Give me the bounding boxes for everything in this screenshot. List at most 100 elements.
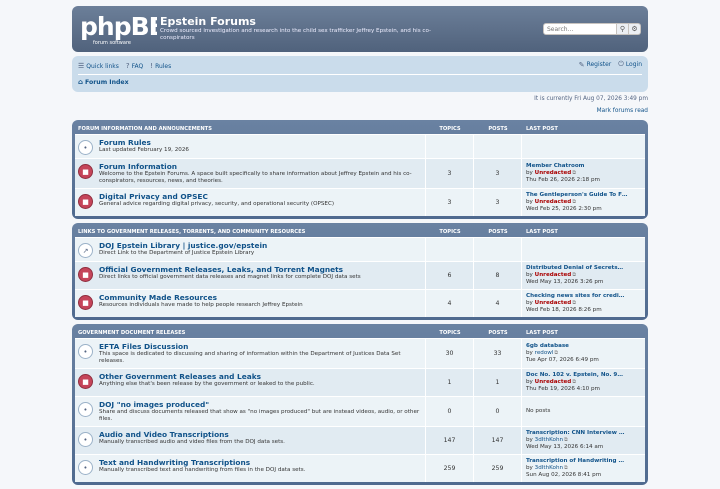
forum-info: ■ Forum Information Welcome to the Epstein… xyxy=(75,159,426,188)
by-label: by xyxy=(526,437,533,443)
forum-description: Direct links to official government data… xyxy=(99,274,361,280)
login-link[interactable]: ⏻ Login xyxy=(618,60,642,69)
advanced-search-button[interactable]: ⚙ xyxy=(629,23,641,35)
search-input[interactable] xyxy=(543,23,617,35)
view-latest-post-icon[interactable]: ⧉ xyxy=(572,170,576,176)
topics-count: 30 xyxy=(426,339,474,368)
last-post-author[interactable]: 3dIthKohn xyxy=(535,465,563,471)
nav-divider xyxy=(78,74,642,75)
last-post: 6gb database by redowl⧉ Tue Apr 07, 2026 6… xyxy=(522,339,645,368)
search-box: ⚲ ⚙ xyxy=(543,23,641,35)
forum-info: • EFTA Files Discussion This space is dedi… xyxy=(75,339,426,368)
last-post-author[interactable]: Unredacted xyxy=(535,300,572,306)
forum-row: ■ Other Government Releases and Leaks Anyt… xyxy=(75,368,645,396)
breadcrumb-forum-index: Forum Index xyxy=(85,78,129,86)
by-label: by xyxy=(526,379,533,385)
topics-count: 4 xyxy=(426,290,474,317)
breadcrumb[interactable]: ⌂ Forum Index xyxy=(78,78,642,86)
category-name[interactable]: FORUM INFORMATION AND ANNOUNCEMENTS xyxy=(75,126,426,132)
view-latest-post-icon[interactable]: ⧉ xyxy=(554,350,558,356)
register-link[interactable]: ✎ Register xyxy=(579,60,612,69)
last-post xyxy=(522,135,645,158)
last-post-title[interactable]: Transcription of Handwriting … xyxy=(526,458,641,465)
view-latest-post-icon[interactable]: ⧉ xyxy=(572,379,576,385)
exclamation-icon: ! xyxy=(150,62,154,70)
forum-unread-icon: ■ xyxy=(78,164,93,179)
last-post-author[interactable]: Unredacted xyxy=(535,379,572,385)
rules-link[interactable]: ! Rules xyxy=(150,62,171,70)
topics-count: 3 xyxy=(426,189,474,216)
menu-icon: ☰ xyxy=(78,62,85,70)
forum-description: Resources individuals have made to help … xyxy=(99,302,303,308)
register-label: Register xyxy=(586,61,612,68)
logo-text: phpBB xyxy=(80,12,157,41)
forum-read-icon: • xyxy=(78,344,93,359)
forum-title[interactable]: Other Government Releases and Leaks xyxy=(99,372,315,381)
posts-count xyxy=(474,135,522,158)
forum-title[interactable]: EFTA Files Discussion xyxy=(99,342,422,351)
forum-title[interactable]: Forum Information xyxy=(99,162,422,171)
forum-info: • Forum Rules Last updated February 19, 20… xyxy=(75,135,426,158)
forum-title[interactable]: DOJ Epstein Library | justice.gov/epstei… xyxy=(99,241,267,250)
last-post-title[interactable]: Transcription: CNN Interview … xyxy=(526,430,641,437)
view-latest-post-icon[interactable]: ⧉ xyxy=(572,300,576,306)
last-post-author[interactable]: Unredacted xyxy=(535,199,572,205)
view-latest-post-icon[interactable]: ⧉ xyxy=(572,272,576,278)
last-post-title[interactable]: Distributed Denial of Secrets… xyxy=(526,265,641,272)
last-post: Distributed Denial of Secrets… by Unredac… xyxy=(522,262,645,289)
site-description: Crowd sourced investigation and research… xyxy=(160,28,432,41)
by-label: by xyxy=(526,170,533,176)
last-post xyxy=(522,238,645,261)
category-name[interactable]: LINKS TO GOVERNMENT RELEASES, TORRENTS, … xyxy=(75,229,426,235)
forum-info: ■ Official Government Releases, Leaks, an… xyxy=(75,262,426,289)
category-name[interactable]: GOVERNMENT DOCUMENT RELEASES xyxy=(75,330,426,336)
last-post-author[interactable]: Unredacted xyxy=(535,272,572,278)
forum-info: • Text and Handwriting Transcriptions Manu… xyxy=(75,455,426,482)
mark-forums-read-link[interactable]: Mark forums read xyxy=(72,108,648,120)
last-post-author[interactable]: Unredacted xyxy=(535,170,572,176)
last-post-date: Wed Feb 25, 2026 2:30 pm xyxy=(526,206,602,212)
search-button[interactable]: ⚲ xyxy=(617,23,629,35)
forum-row: • Forum Rules Last updated February 19, 20… xyxy=(75,134,645,158)
site-logo[interactable]: phpBB forum software xyxy=(79,11,168,47)
forum-categories: FORUM INFORMATION AND ANNOUNCEMENTS TOPIC… xyxy=(72,120,648,485)
faq-link[interactable]: ? FAQ xyxy=(126,62,143,70)
forum-title[interactable]: Digital Privacy and OPSEC xyxy=(99,192,334,201)
quick-links-menu[interactable]: ☰ Quick links xyxy=(78,62,119,70)
forum-row: ■ Digital Privacy and OPSEC General advice… xyxy=(75,188,645,216)
last-post-title[interactable]: Member Chatroom xyxy=(526,163,641,170)
current-time: It is currently Fri Aug 07, 2026 3:49 pm xyxy=(534,96,648,102)
question-icon: ? xyxy=(125,62,130,70)
gear-icon: ⚙ xyxy=(631,25,638,33)
forum-row: ↗ DOJ Epstein Library | justice.gov/epste… xyxy=(75,237,645,261)
view-latest-post-icon[interactable]: ⧉ xyxy=(564,465,568,471)
view-latest-post-icon[interactable]: ⧉ xyxy=(572,199,576,205)
last-post-author[interactable]: redowl xyxy=(535,350,554,356)
forum-category: LINKS TO GOVERNMENT RELEASES, TORRENTS, … xyxy=(72,223,648,320)
forum-description: Share and discuss documents released tha… xyxy=(99,409,420,422)
site-title[interactable]: Epstein Forums xyxy=(160,15,256,28)
view-latest-post-icon[interactable]: ⧉ xyxy=(564,437,568,443)
forum-title[interactable]: Text and Handwriting Transcriptions xyxy=(99,458,305,467)
navbar: ☰ Quick links ? FAQ ! Rules ✎ Register ⏻ Logi… xyxy=(72,56,648,92)
forum-title[interactable]: Official Government Releases, Leaks, and… xyxy=(99,265,361,274)
topics-count: 0 xyxy=(426,397,474,426)
last-post-column-header: LAST POST xyxy=(526,125,558,132)
last-post-title[interactable]: Checking news sites for credi… xyxy=(526,293,641,300)
faq-label: FAQ xyxy=(131,62,144,70)
last-post-title[interactable]: 6gb database xyxy=(526,343,641,350)
forum-title[interactable]: Audio and Video Transcriptions xyxy=(99,430,285,439)
forum-title[interactable]: DOJ "no images produced" xyxy=(99,400,422,409)
forum-row: • DOJ "no images produced" Share and discu… xyxy=(75,396,645,426)
forum-description: Welcome to the Epstein Forums. A space b… xyxy=(99,171,412,184)
forum-link-icon: ↗ xyxy=(78,243,93,258)
last-post-title[interactable]: Doc No. 102 v. Epstein, No. 9… xyxy=(526,372,641,379)
last-post-author-line: by Unredacted⧉ xyxy=(526,199,641,206)
last-post-author[interactable]: 3dIthKohn xyxy=(535,437,563,443)
forum-title[interactable]: Forum Rules xyxy=(99,138,189,147)
forum-unread-icon: ■ xyxy=(78,267,93,282)
forum-description: Direct Link to the Department of Justice… xyxy=(99,250,255,256)
last-post-title[interactable]: The Gentleperson's Guide To F… xyxy=(526,192,641,199)
forum-title[interactable]: Community Made Resources xyxy=(99,293,303,302)
posts-count: 1 xyxy=(474,369,522,396)
